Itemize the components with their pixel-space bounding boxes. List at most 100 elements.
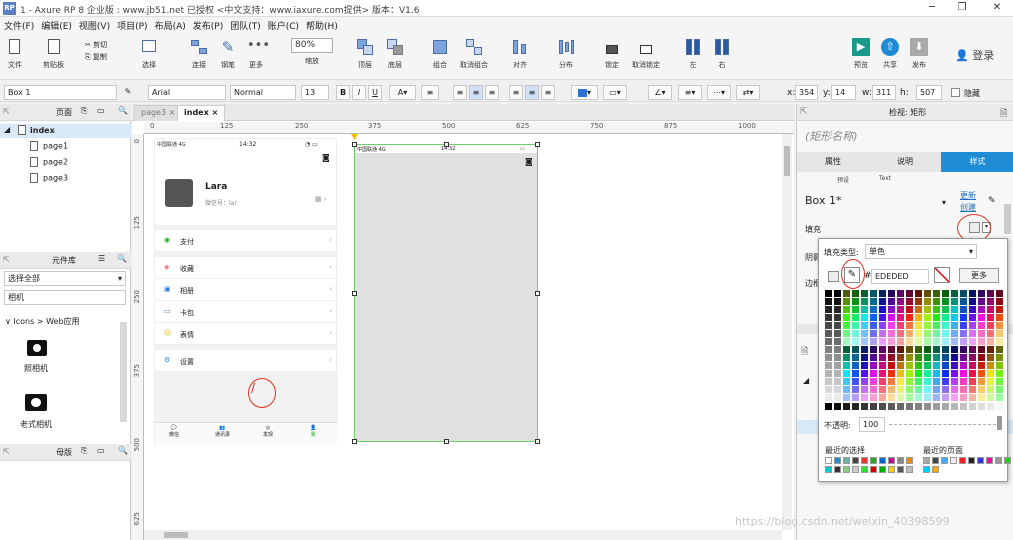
color-swatch[interactable] xyxy=(852,378,859,385)
library-select[interactable]: 选择全部 ▾ xyxy=(4,271,126,286)
color-swatch[interactable] xyxy=(906,306,913,313)
color-swatch[interactable] xyxy=(906,378,913,385)
color-swatch[interactable] xyxy=(951,290,958,297)
recent-swatch[interactable] xyxy=(879,457,886,464)
color-swatch[interactable] xyxy=(834,330,841,337)
color-swatch[interactable] xyxy=(870,394,877,401)
recent-swatch[interactable] xyxy=(906,457,913,464)
gray-swatch[interactable] xyxy=(888,403,895,410)
color-swatch[interactable] xyxy=(825,386,832,393)
camera-icon[interactable] xyxy=(27,340,47,356)
color-swatch[interactable] xyxy=(969,298,976,305)
opacity-input[interactable]: 100 xyxy=(859,417,885,432)
color-swatch[interactable] xyxy=(906,298,913,305)
color-swatch[interactable] xyxy=(861,322,868,329)
clipboard-button[interactable]: 剪贴板 xyxy=(43,38,64,70)
color-swatch[interactable] xyxy=(897,370,904,377)
page-3[interactable]: page3 xyxy=(30,173,68,183)
color-swatch[interactable] xyxy=(897,314,904,321)
color-swatch[interactable] xyxy=(879,290,886,297)
color-swatch[interactable] xyxy=(960,290,967,297)
library-search-icon[interactable]: 🔍 xyxy=(117,254,127,263)
color-swatch[interactable] xyxy=(951,330,958,337)
resize-handle[interactable] xyxy=(444,439,449,444)
color-swatch[interactable] xyxy=(924,290,931,297)
color-swatch[interactable] xyxy=(861,386,868,393)
color-swatch[interactable] xyxy=(897,338,904,345)
color-swatch[interactable] xyxy=(915,346,922,353)
color-swatch[interactable] xyxy=(924,354,931,361)
library-menu-icon[interactable]: ☰ xyxy=(98,254,105,263)
color-swatch[interactable] xyxy=(870,386,877,393)
color-swatch[interactable] xyxy=(825,322,832,329)
gray-swatch[interactable] xyxy=(942,403,949,410)
gray-swatch[interactable] xyxy=(933,403,940,410)
align-center-text-icon[interactable]: ≡ xyxy=(469,85,483,100)
color-swatch[interactable] xyxy=(996,362,1003,369)
color-swatch[interactable] xyxy=(960,330,967,337)
color-swatch[interactable] xyxy=(861,370,868,377)
menu-project[interactable]: 项目(P) xyxy=(117,19,147,32)
color-swatch[interactable] xyxy=(897,394,904,401)
color-swatch[interactable] xyxy=(834,394,841,401)
recent-swatch[interactable] xyxy=(834,466,841,473)
color-swatch[interactable] xyxy=(825,370,832,377)
color-swatch[interactable] xyxy=(888,290,895,297)
color-swatch[interactable] xyxy=(951,298,958,305)
color-swatch[interactable] xyxy=(942,370,949,377)
color-swatch[interactable] xyxy=(879,298,886,305)
hide-checkbox[interactable] xyxy=(951,88,960,97)
color-swatch[interactable] xyxy=(978,354,985,361)
resize-handle[interactable] xyxy=(352,291,357,296)
color-swatch[interactable] xyxy=(870,322,877,329)
opacity-slider-track[interactable] xyxy=(889,424,1001,425)
color-swatch[interactable] xyxy=(933,354,940,361)
color-swatch[interactable] xyxy=(996,394,1003,401)
color-swatch[interactable] xyxy=(825,314,832,321)
color-swatch[interactable] xyxy=(915,362,922,369)
color-swatch[interactable] xyxy=(834,354,841,361)
recent-swatch[interactable] xyxy=(861,457,868,464)
menu-layout[interactable]: 布局(A) xyxy=(155,19,186,32)
color-swatch[interactable] xyxy=(978,322,985,329)
color-swatch[interactable] xyxy=(996,290,1003,297)
restore-icon[interactable]: ❐ xyxy=(955,2,969,14)
color-swatch[interactable] xyxy=(987,314,994,321)
bring-top-button[interactable]: 顶层 xyxy=(356,38,374,70)
left-button[interactable]: 左 xyxy=(684,38,702,70)
color-swatch[interactable] xyxy=(852,362,859,369)
color-swatch[interactable] xyxy=(969,346,976,353)
phone-mockup[interactable]: 中国联通 4G 14:32 ◔ ▭ ◙ Lara 微信号：lar ▦ › ◉ 支付… xyxy=(154,138,338,444)
search-icon[interactable]: 🔍 xyxy=(118,106,128,115)
color-swatch[interactable] xyxy=(852,298,859,305)
color-swatch[interactable] xyxy=(915,314,922,321)
color-swatch[interactable] xyxy=(942,298,949,305)
color-swatch[interactable] xyxy=(888,338,895,345)
color-swatch[interactable] xyxy=(852,306,859,313)
color-swatch[interactable] xyxy=(834,338,841,345)
valign-top-icon[interactable]: ≡ xyxy=(509,85,523,100)
font-color-button[interactable]: A▾ xyxy=(389,85,416,100)
color-swatch[interactable] xyxy=(906,354,913,361)
vertical-scrollbar[interactable] xyxy=(782,134,792,530)
color-swatch[interactable] xyxy=(906,386,913,393)
color-swatch[interactable] xyxy=(843,378,850,385)
resize-handle[interactable] xyxy=(535,291,540,296)
color-swatch[interactable] xyxy=(996,346,1003,353)
cut-button[interactable]: ✂ 剪切 xyxy=(85,39,107,51)
color-swatch[interactable] xyxy=(861,354,868,361)
color-swatch[interactable] xyxy=(852,354,859,361)
color-swatch[interactable] xyxy=(924,394,931,401)
color-swatch[interactable] xyxy=(897,330,904,337)
tab-wechat[interactable]: 💬 微信 xyxy=(169,425,179,438)
publish-button[interactable]: ⬇ 发布 xyxy=(910,38,928,70)
color-swatch[interactable] xyxy=(843,290,850,297)
color-swatch[interactable] xyxy=(861,306,868,313)
row-settings[interactable]: ⚙ 设置 › xyxy=(155,350,338,372)
resize-handle[interactable] xyxy=(444,142,449,147)
color-swatch[interactable] xyxy=(861,298,868,305)
color-swatch[interactable] xyxy=(843,330,850,337)
color-swatch[interactable] xyxy=(951,378,958,385)
tab-notes[interactable]: 说明 xyxy=(869,152,941,172)
color-swatch[interactable] xyxy=(987,370,994,377)
